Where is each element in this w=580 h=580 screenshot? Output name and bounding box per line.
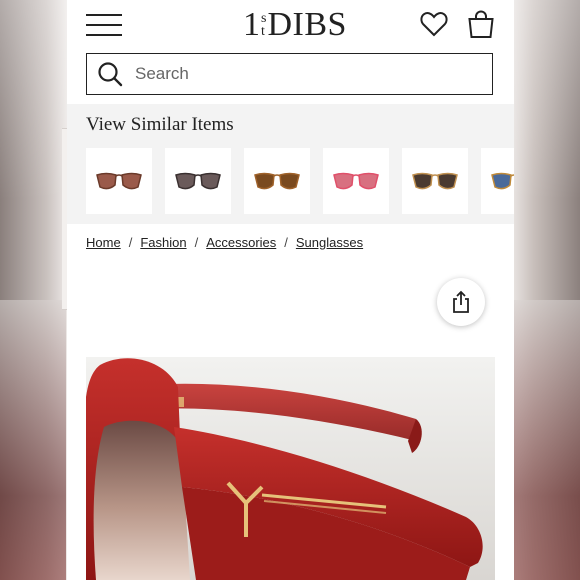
product-photo-sunglasses (86, 357, 495, 580)
header: 1 s t DIBS (67, 0, 514, 50)
site-logo[interactable]: 1 s t DIBS (243, 6, 347, 44)
logo-st: s t (261, 12, 266, 39)
logo-one: 1 (243, 6, 260, 43)
shopping-bag-icon[interactable] (466, 9, 496, 39)
similar-item-thumbnail[interactable] (165, 148, 231, 214)
breadcrumb: Home / Fashion / Accessories / Sunglasse… (86, 235, 363, 250)
breadcrumb-fashion[interactable]: Fashion (140, 235, 186, 250)
background-blur-left (0, 300, 66, 580)
sunglasses-icon (491, 172, 514, 190)
search-bar[interactable] (86, 53, 493, 95)
sunglasses-icon (412, 172, 458, 190)
view-similar-section: View Similar Items (67, 104, 514, 224)
similar-item-thumbnail[interactable] (86, 148, 152, 214)
similar-item-thumbnail[interactable] (481, 148, 514, 214)
breadcrumb-home[interactable]: Home (86, 235, 121, 250)
phone-screen: 1 s t DIBS View Similar Items Home / Fas… (67, 0, 514, 580)
background-blur-right (514, 300, 580, 580)
similar-item-thumbnail[interactable] (402, 148, 468, 214)
similar-items-list (86, 148, 514, 214)
sunglasses-icon (96, 172, 142, 190)
search-input[interactable] (133, 63, 477, 85)
sunglasses-icon (254, 172, 300, 190)
menu-icon[interactable] (86, 14, 122, 36)
heart-icon[interactable] (419, 9, 449, 39)
similar-item-thumbnail[interactable] (323, 148, 389, 214)
similar-item-thumbnail[interactable] (244, 148, 310, 214)
share-icon (453, 290, 469, 313)
breadcrumb-separator: / (284, 235, 288, 250)
logo-t: t (261, 24, 265, 39)
view-similar-title: View Similar Items (86, 114, 234, 135)
breadcrumb-accessories[interactable]: Accessories (206, 235, 276, 250)
share-button[interactable] (437, 278, 485, 326)
sunglasses-icon (175, 172, 221, 190)
breadcrumb-separator: / (128, 235, 133, 250)
sunglasses-icon (333, 172, 379, 190)
breadcrumb-separator: / (194, 235, 199, 250)
search-icon (98, 62, 123, 87)
product-image[interactable] (86, 357, 495, 580)
breadcrumb-sunglasses[interactable]: Sunglasses (296, 235, 363, 250)
logo-dibs: DIBS (267, 6, 347, 43)
